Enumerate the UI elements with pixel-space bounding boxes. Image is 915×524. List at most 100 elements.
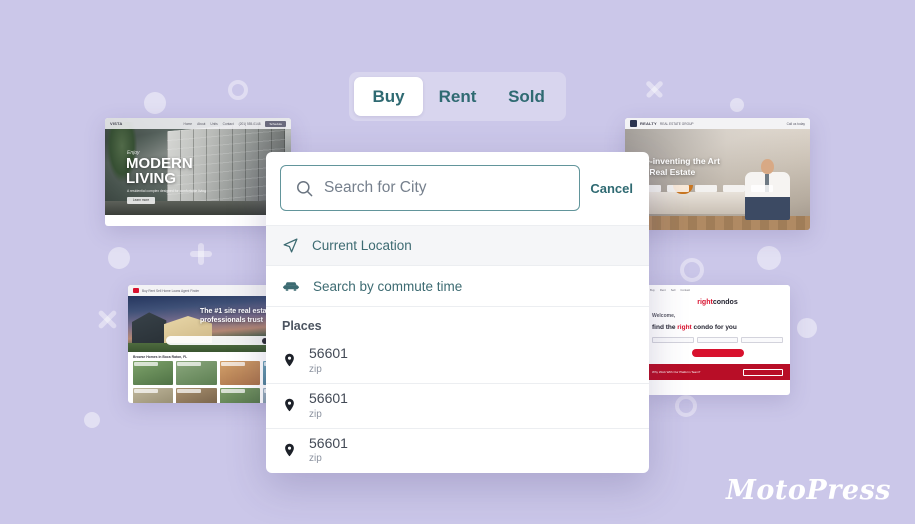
preview-navbar-condos: Buy Rent Sell Contact (645, 285, 790, 294)
preview-card-rightcondos[interactable]: Buy Rent Sell Contact rightcondos Welcom… (645, 285, 790, 395)
map-pin-icon (282, 396, 297, 414)
place-zip: 56601 (309, 345, 348, 361)
preview-logo-sub-art: REAL ESTATE GROUP (659, 121, 694, 126)
place-kind: zip (309, 453, 322, 465)
preview-logo-art: REALTY (640, 121, 657, 126)
search-field (696, 337, 739, 344)
preview-search-fields-condos (645, 334, 790, 344)
nav-link: Sell (670, 287, 676, 292)
nav-link: Contact (680, 287, 691, 292)
decor-cross-1 (644, 79, 665, 100)
preview-contact-art: Call us today (786, 121, 805, 126)
preview-title-line1-modern: MODERN (126, 155, 193, 172)
preview-logo-mark-trust (133, 288, 139, 293)
place-kind: zip (309, 408, 322, 420)
place-result-row[interactable]: 56601 zip (266, 429, 649, 473)
suggestion-list: Current Location Search by commute time … (266, 225, 649, 473)
tab-buy[interactable]: Buy (354, 77, 423, 116)
map-pin-icon (282, 351, 297, 369)
preview-cta-condos (691, 349, 744, 358)
decor-plus-1 (190, 243, 212, 265)
preview-cta-modern: Schedule (265, 120, 286, 127)
search-icon (295, 179, 314, 198)
preview-band-condos: Why Work With Our Platform Team? (645, 364, 790, 381)
kitchen-counter (633, 192, 753, 214)
listing-type-tabs[interactable]: Buy Rent Sold (349, 72, 566, 121)
search-field (652, 337, 694, 344)
place-result-row[interactable]: 56601 zip (266, 384, 649, 429)
place-text: 56601 zip (309, 434, 348, 465)
decor-dot-6 (84, 412, 100, 428)
preview-card-modern-living[interactable]: VISTA Home About Units Contact (201) 555… (105, 118, 291, 226)
filter-pill (751, 185, 773, 192)
preview-subtitle-modern: A residential complex designed for comfo… (127, 189, 206, 193)
place-text: 56601 zip (309, 389, 348, 420)
listing-cell (133, 361, 174, 385)
listing-cell (219, 388, 260, 403)
decor-ring-1 (228, 80, 248, 100)
decor-dot-3 (108, 247, 130, 269)
preview-headline-line1-art: Re-inventing the Art (639, 156, 720, 166)
preview-nav-modern: Home About Units Contact (201) 555-0148 … (183, 120, 286, 127)
filter-pill (695, 185, 717, 192)
nav-link: Units (210, 121, 218, 126)
decor-dot-5 (797, 318, 817, 338)
agent-head (761, 159, 774, 174)
preview-hero-modern: VISTA Home About Units Contact (201) 555… (105, 118, 291, 215)
motopress-wordmark: MotoPress (726, 475, 891, 506)
tab-sold[interactable]: Sold (492, 77, 561, 116)
car-icon (282, 277, 300, 295)
decor-ring-2 (680, 258, 704, 282)
preview-logo-modern: VISTA (110, 121, 123, 126)
preview-logo-rest-condos: condos (712, 299, 738, 306)
preview-nav-trust: Buy Rent Sell Home Loans Agent Finder (142, 288, 200, 293)
preview-title-line2-modern: LIVING (126, 170, 177, 187)
decor-dot-2 (730, 98, 744, 112)
suggestion-label: Current Location (312, 238, 412, 253)
preview-filter-pills-art (639, 185, 773, 192)
preview-logo-condos: rightcondos (645, 294, 790, 310)
nav-link: About (197, 121, 206, 126)
search-input[interactable] (324, 179, 566, 197)
place-kind: zip (309, 363, 322, 375)
nav-link: Home (183, 121, 193, 126)
preview-phone-modern: (201) 555-0148 (238, 121, 261, 126)
preview-headline-condos: find the right condo for you (652, 324, 737, 332)
preview-headline-pre-condos: Welcome, (652, 313, 676, 319)
place-result-row[interactable]: 56601 zip (266, 339, 649, 384)
suggestion-label: Search by commute time (313, 278, 463, 294)
tab-rent[interactable]: Rent (423, 77, 492, 116)
listing-cell (176, 388, 217, 403)
preview-band-text-condos: Why Work With Our Platform Team? (652, 370, 701, 375)
listing-cell (219, 361, 260, 385)
place-zip: 56601 (309, 434, 348, 451)
suggestion-current-location[interactable]: Current Location (266, 226, 649, 266)
place-zip: 56601 (309, 389, 348, 406)
nav-link: Rent (659, 287, 666, 292)
decor-dot-4 (757, 246, 781, 270)
cancel-button[interactable]: Cancel (590, 181, 635, 196)
places-section-header: Places (282, 319, 322, 333)
preview-card-art-of-real-estate[interactable]: REALTY REAL ESTATE GROUP Call us today R… (625, 118, 810, 230)
listing-cell (133, 388, 174, 403)
preview-logo-mark-art (630, 120, 637, 127)
navigation-arrow-icon (282, 237, 299, 254)
nav-link: Contact (222, 121, 234, 126)
preview-button-modern: Learn more (127, 197, 155, 204)
decor-ring-3 (675, 395, 697, 417)
listing-cell (176, 361, 217, 385)
city-search-modal: Cancel Current Location (266, 152, 649, 473)
preview-navbar-art: REALTY REAL ESTATE GROUP Call us today (625, 118, 810, 129)
suggestion-commute-time[interactable]: Search by commute time (266, 266, 649, 307)
search-field-wrapper[interactable] (280, 165, 581, 211)
filter-pill (667, 185, 689, 192)
search-bar-row: Cancel (266, 152, 649, 225)
decor-cross-2 (96, 308, 119, 331)
place-text: 56601 zip (309, 345, 348, 375)
search-field (741, 337, 784, 344)
preview-navbar-modern: VISTA Home About Units Contact (201) 555… (105, 118, 291, 129)
filter-pill (723, 185, 745, 192)
preview-hero-art: Re-inventing the Art of Real Estate (625, 129, 810, 230)
preview-search-trust (166, 336, 270, 345)
preview-logo-accent-condos: right (697, 299, 713, 306)
